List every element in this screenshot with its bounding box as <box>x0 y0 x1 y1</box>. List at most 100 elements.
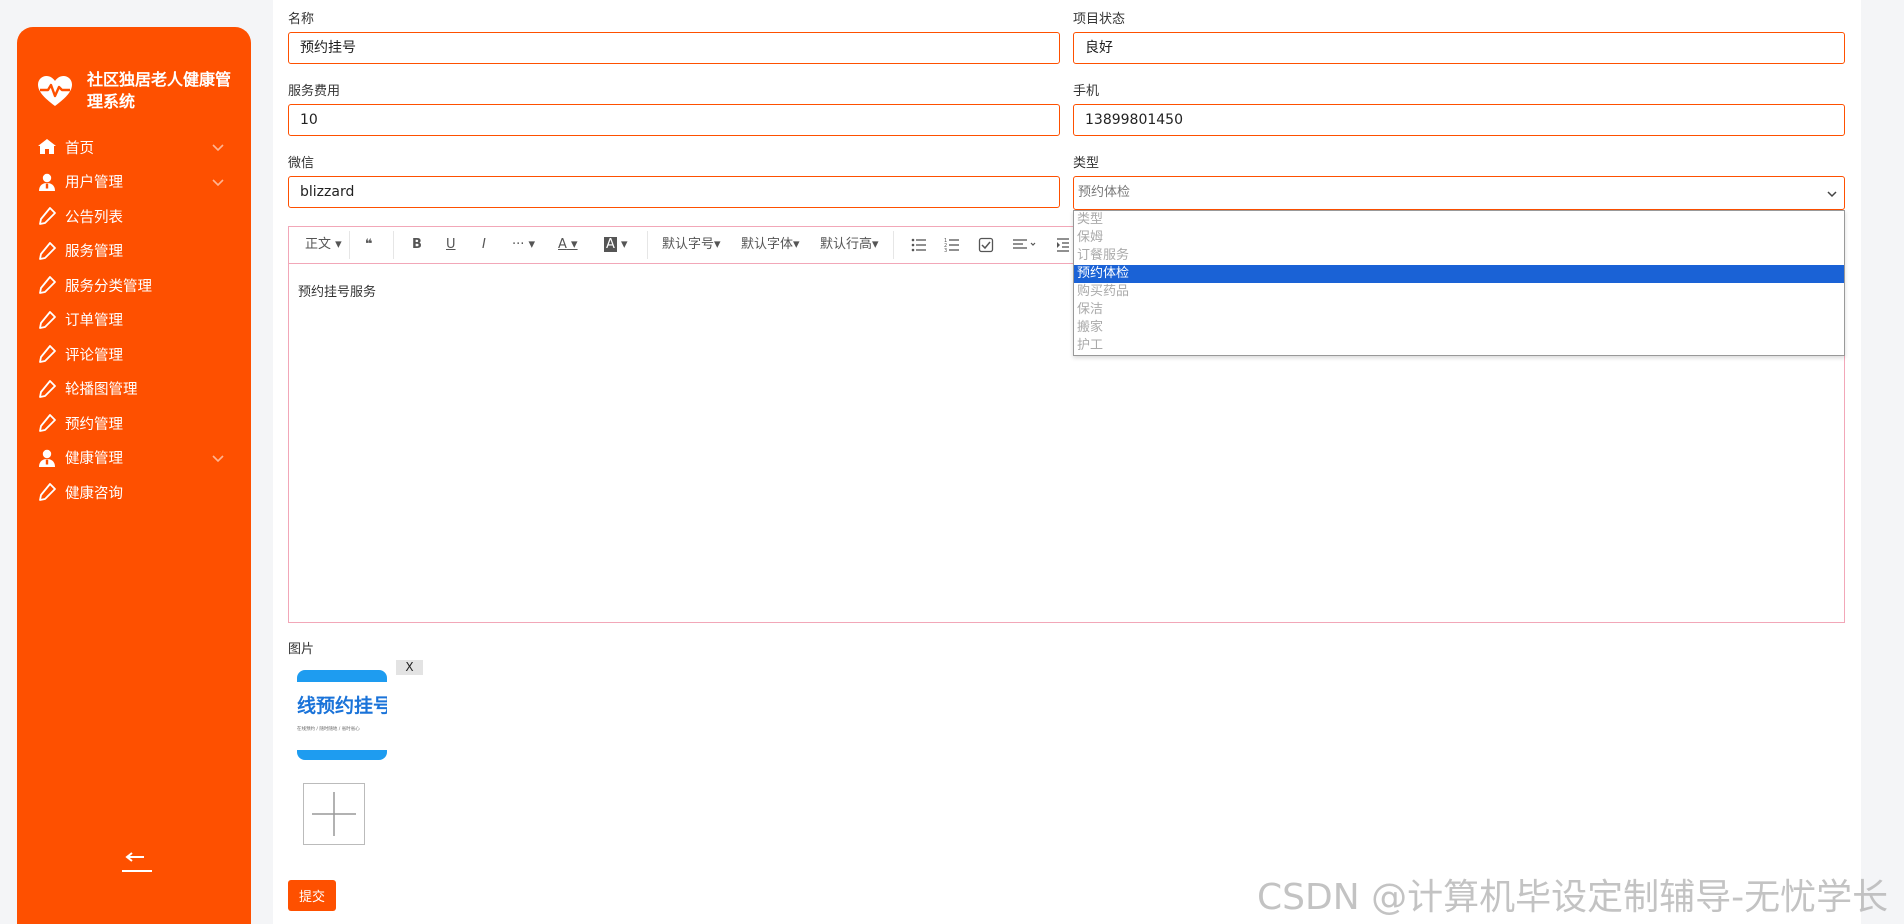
pen-icon <box>39 483 56 502</box>
paragraph-format-dropdown[interactable]: 正文 ▾ <box>305 237 342 253</box>
plus-icon <box>312 792 356 836</box>
underline-button[interactable]: U <box>446 237 456 253</box>
status-label: 项目状态 <box>1073 12 1126 27</box>
italic-button[interactable]: I <box>482 237 486 253</box>
user-icon <box>39 173 55 191</box>
wechat-input[interactable]: blizzard <box>288 176 1060 208</box>
dropdown-option[interactable]: 护工 <box>1074 337 1844 355</box>
sidebar-item-label: 评论管理 <box>65 347 123 364</box>
chevron-down-icon <box>212 455 224 462</box>
dropdown-option[interactable]: 保洁 <box>1074 301 1844 319</box>
sidebar-item-label: 预约管理 <box>65 416 123 433</box>
sidebar-item-appointments[interactable]: 预约管理 <box>17 406 251 441</box>
sidebar-item-label: 首页 <box>65 140 94 157</box>
dropdown-option-selected[interactable]: 预约体检 <box>1074 265 1844 283</box>
wechat-label: 微信 <box>288 156 315 171</box>
svg-text:3: 3 <box>944 248 947 253</box>
sidebar-item-label: 用户管理 <box>65 175 123 192</box>
upload-image-button[interactable] <box>303 783 365 845</box>
remove-image-button[interactable]: X <box>396 660 423 675</box>
dropdown-option[interactable]: 保姆 <box>1074 229 1844 247</box>
sidebar-item-services[interactable]: 服务管理 <box>17 234 251 269</box>
sidebar-item-label: 公告列表 <box>65 209 123 226</box>
pen-icon <box>39 276 56 295</box>
toolbar-divider <box>893 231 894 259</box>
pen-icon <box>39 241 56 260</box>
paragraph-format-label: 正文 <box>305 237 332 252</box>
watermark: CSDN @计算机毕设定制辅导-无忧学长 <box>1257 877 1889 918</box>
line-height-label: 默认行高 <box>820 237 873 252</box>
sidebar-item-user-management[interactable]: 用户管理 <box>17 165 251 200</box>
fee-input[interactable]: 10 <box>288 104 1060 136</box>
pen-icon <box>39 207 56 226</box>
name-label: 名称 <box>288 12 315 27</box>
toolbar-divider <box>393 231 394 259</box>
pen-icon <box>39 345 56 364</box>
align-dropdown-icon[interactable] <box>1012 237 1038 253</box>
font-size-dropdown[interactable]: 默认字号▾ <box>662 237 721 253</box>
sidebar-item-carousel[interactable]: 轮播图管理 <box>17 372 251 407</box>
more-styles-dropdown[interactable]: ··· ▾ <box>512 237 535 253</box>
pen-icon <box>39 414 56 433</box>
pen-icon <box>39 379 56 398</box>
phone-input[interactable]: 13899801450 <box>1073 104 1845 136</box>
submit-button[interactable]: 提交 <box>288 880 336 911</box>
dropdown-option[interactable]: 订餐服务 <box>1074 247 1844 265</box>
chevron-down-icon <box>212 179 224 186</box>
editor-content[interactable]: 预约挂号服务 <box>298 281 376 300</box>
sidebar-item-home[interactable]: 首页 <box>17 130 251 165</box>
user-icon <box>39 449 55 467</box>
font-family-dropdown[interactable]: 默认字体▾ <box>741 237 800 253</box>
font-size-label: 默认字号 <box>662 237 715 252</box>
sidebar-item-orders[interactable]: 订单管理 <box>17 303 251 338</box>
sidebar-item-label: 健康管理 <box>65 451 123 468</box>
sidebar-item-label: 轮播图管理 <box>65 382 138 399</box>
home-icon <box>38 139 56 155</box>
sidebar-item-comments[interactable]: 评论管理 <box>17 337 251 372</box>
sidebar-item-label: 健康咨询 <box>65 485 123 502</box>
more-styles-label: ··· <box>512 237 525 252</box>
type-select[interactable]: 预约体检 <box>1073 176 1845 210</box>
toolbar-divider <box>349 231 350 259</box>
toolbar-divider <box>647 231 648 259</box>
indent-icon[interactable] <box>1056 237 1070 253</box>
dropdown-option[interactable]: 搬家 <box>1074 319 1844 337</box>
font-family-label: 默认字体 <box>741 237 794 252</box>
background-color-dropdown[interactable]: A ▾ <box>604 237 628 253</box>
dropdown-option[interactable]: 类型 <box>1074 211 1844 229</box>
pen-icon <box>39 310 56 329</box>
sidebar-item-label: 服务分类管理 <box>65 278 152 295</box>
line-height-dropdown[interactable]: 默认行高▾ <box>820 237 879 253</box>
sidebar-item-health-consult[interactable]: 健康咨询 <box>17 475 251 510</box>
type-dropdown-list: 类型 保姆 订餐服务 预约体检 购买药品 保洁 搬家 护工 <box>1073 210 1845 356</box>
dropdown-option[interactable]: 购买药品 <box>1074 283 1844 301</box>
bullet-list-icon[interactable] <box>911 237 927 253</box>
type-select-value: 预约体检 <box>1078 185 1131 200</box>
heartbeat-logo-icon <box>38 76 72 106</box>
sidebar-item-health-management[interactable]: 健康管理 <box>17 441 251 476</box>
collapse-sidebar-icon[interactable] <box>120 849 154 875</box>
appointment-banner-image: 线预约挂号 在线预约 / 随时随地 / 省时省心 <box>297 670 387 760</box>
background-color-label: A <box>604 237 617 252</box>
chevron-down-icon <box>1827 191 1837 198</box>
name-input[interactable]: 预约挂号 <box>288 32 1060 64</box>
sidebar: 社区独居老人健康管理系统 首页 用户管理 公告列表 服务管理 服务分类管理 订单… <box>17 27 251 924</box>
brand: 社区独居老人健康管理系统 <box>37 69 237 119</box>
sidebar-item-service-categories[interactable]: 服务分类管理 <box>17 268 251 303</box>
fee-label: 服务费用 <box>288 84 341 99</box>
sidebar-menu: 首页 用户管理 公告列表 服务管理 服务分类管理 订单管理 评论管理 轮播图管理… <box>17 130 251 510</box>
todo-checkbox-icon[interactable] <box>978 237 994 253</box>
type-label: 类型 <box>1073 156 1100 171</box>
status-input[interactable]: 良好 <box>1073 32 1845 64</box>
sidebar-item-label: 订单管理 <box>65 313 123 330</box>
sidebar-item-announcements[interactable]: 公告列表 <box>17 199 251 234</box>
phone-label: 手机 <box>1073 84 1100 99</box>
bold-button[interactable]: B <box>412 237 422 253</box>
font-color-dropdown[interactable]: A ▾ <box>558 237 578 253</box>
thumbnail-subtitle: 在线预约 / 随时随地 / 省时省心 <box>297 725 360 732</box>
numbered-list-icon[interactable]: 123 <box>944 237 960 253</box>
font-color-label: A <box>558 237 567 252</box>
page-scrollbar[interactable] <box>1861 0 1904 924</box>
sidebar-item-label: 服务管理 <box>65 244 123 261</box>
quote-button[interactable]: ❝ <box>365 237 373 253</box>
